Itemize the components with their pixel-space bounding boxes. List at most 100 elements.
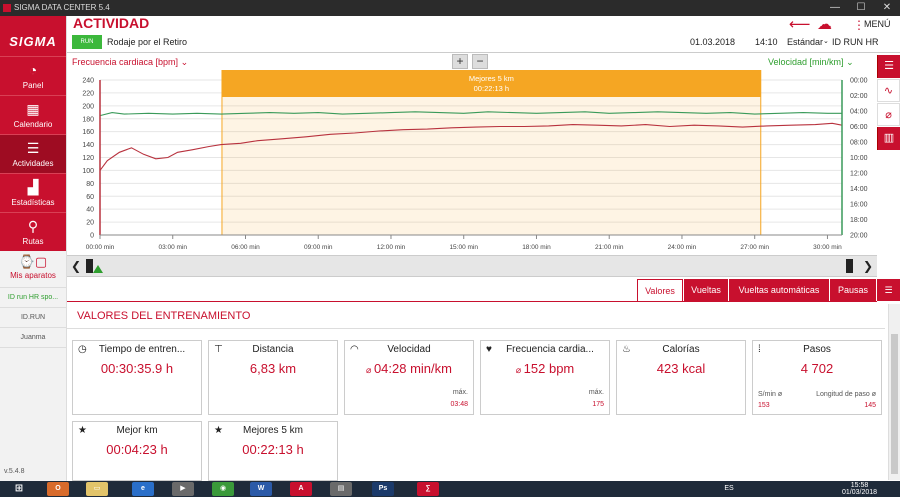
list-view-icon[interactable]: ☰ xyxy=(877,279,900,301)
x-tick-label: 03:00 min xyxy=(158,244,187,251)
y-left-tick-label: 180 xyxy=(82,116,94,123)
activity-chart[interactable]: Mejores 5 km00:22:13 h 24022020018016014… xyxy=(67,70,877,255)
y-right-tick-label: 18:00 xyxy=(850,217,868,224)
vertical-scrollbar[interactable] xyxy=(888,304,900,480)
timeline-scrubber[interactable]: ❮ ❯ xyxy=(67,255,877,277)
sigma-taskbar-icon[interactable]: ∑ xyxy=(417,482,439,496)
card-value: 00:22:13 h xyxy=(242,442,304,457)
section-title: VALORES DEL ENTRENAMIENTO xyxy=(77,310,251,322)
card-value: 00:30:35.9 h xyxy=(100,361,174,376)
y-right-tick-label: 00:00 xyxy=(850,78,868,85)
average-icon: ⌀ xyxy=(366,365,374,375)
chrome-icon[interactable]: ◉ xyxy=(212,482,234,496)
line-chart-icon[interactable]: ∿ xyxy=(877,79,900,102)
stat-card-steps: ⁞ Pasos 4 702 S/min ø 153 Longitud de pa… xyxy=(752,340,882,415)
zoom-in-button[interactable]: + xyxy=(452,54,468,69)
y-right-tick-label: 20:00 xyxy=(850,233,868,240)
x-tick-label: 21:00 min xyxy=(595,244,624,251)
sidebar-item-mis-aparatos[interactable]: ⌚▢ Mis aparatos xyxy=(0,251,66,288)
y-right-tick-label: 16:00 xyxy=(850,202,868,209)
chevron-down-icon[interactable]: ⌄ xyxy=(823,37,829,45)
minimize-button[interactable]: — xyxy=(822,0,848,16)
chevron-right-icon[interactable]: ❯ xyxy=(863,259,873,273)
input-language[interactable]: ES xyxy=(718,482,740,496)
y-left-tick-label: 220 xyxy=(82,90,94,97)
tab-vueltas-automaticas[interactable]: Vueltas automáticas xyxy=(729,279,829,301)
x-tick-label: 06:00 min xyxy=(231,244,260,251)
maximize-button[interactable]: ☐ xyxy=(848,0,874,16)
sidebar-item-rutas[interactable]: ⚲ Rutas xyxy=(0,212,66,251)
x-tick-label: 18:00 min xyxy=(522,244,551,251)
max-label: máx. xyxy=(588,389,604,396)
outlook-icon[interactable]: O xyxy=(47,482,69,496)
chevron-left-icon[interactable]: ❮ xyxy=(71,259,81,273)
max-value: 175 xyxy=(592,401,604,408)
sidebar-item-label: Rutas xyxy=(22,237,44,246)
stride-value: 145 xyxy=(864,402,876,409)
y-right-tick-label: 06:00 xyxy=(850,124,868,131)
cloud-upload-icon[interactable]: ☁ xyxy=(817,15,832,33)
photoshop-icon[interactable]: Ps xyxy=(372,482,394,496)
card-label: Calorías xyxy=(662,344,700,355)
sidebar-item-estadisticas[interactable]: ▟ Estadísticas xyxy=(0,173,66,212)
stat-card-training-time: ◷ Tiempo de entren... 00:30:35.9 h xyxy=(72,340,202,415)
device-row[interactable]: ID.RUN xyxy=(0,308,66,328)
stat-card-speed: ◠ Velocidad ⌀ 04:28 min/km máx. 03:48 xyxy=(344,340,474,415)
view-selector[interactable]: Estándar xyxy=(787,37,823,47)
back-arrow-icon[interactable]: ⟵ xyxy=(789,15,811,33)
device-row[interactable]: ID run HR spo... xyxy=(0,288,66,308)
tab-pausas[interactable]: Pausas xyxy=(830,279,876,301)
card-label: Distancia xyxy=(252,344,294,355)
average-icon[interactable]: ⌀ xyxy=(877,103,900,126)
window-title: SIGMA DATA CENTER 5.4 xyxy=(14,3,110,12)
tab-valores[interactable]: Valores xyxy=(637,279,683,301)
y-left-tick-label: 120 xyxy=(82,155,94,162)
clock-time: 15:58 xyxy=(850,482,869,489)
running-icon: RUN xyxy=(72,35,102,49)
card-label: Mejor km xyxy=(116,425,158,436)
windows-start-icon[interactable]: ⊞ xyxy=(8,482,30,496)
max-label: máx. xyxy=(452,389,468,396)
menu-button[interactable]: MENÚ xyxy=(864,19,891,29)
close-button[interactable]: ✕ xyxy=(874,0,900,16)
timeline-end-handle[interactable] xyxy=(846,259,853,273)
device-row[interactable]: Juanma xyxy=(0,328,66,348)
card-value: ⌀ 04:28 min/km xyxy=(345,361,473,376)
activity-name[interactable]: Rodaje por el Retiro xyxy=(107,37,187,47)
section-divider xyxy=(67,328,885,329)
x-tick-label: 27:00 min xyxy=(740,244,769,251)
tab-vueltas[interactable]: Vueltas xyxy=(684,279,728,301)
sidebar-item-actividades[interactable]: ☰ Actividades xyxy=(0,134,66,173)
media-player-icon[interactable]: ▶ xyxy=(172,482,194,496)
list-view-icon[interactable]: ☰ xyxy=(877,55,900,78)
y-left-tick-label: 60 xyxy=(86,194,94,201)
acrobat-icon[interactable]: A xyxy=(290,482,312,496)
stats-chart-icon[interactable]: ▥ xyxy=(877,127,900,150)
x-tick-label: 12:00 min xyxy=(377,244,406,251)
y-left-tick-label: 200 xyxy=(82,103,94,110)
sidebar-item-calendario[interactable]: ▦ Calendario xyxy=(0,95,66,134)
speed-axis-selector[interactable]: Velocidad [min/km] ⌄ xyxy=(768,57,854,68)
x-tick-label: 24:00 min xyxy=(668,244,697,251)
file-explorer-icon[interactable]: ▭ xyxy=(86,482,108,496)
internet-explorer-icon[interactable]: e xyxy=(132,482,154,496)
sidebar-item-label: Panel xyxy=(22,81,44,90)
timeline-position-marker[interactable] xyxy=(93,265,103,273)
card-label: Pasos xyxy=(803,344,831,355)
stride-label: Longitud de paso ø xyxy=(816,391,876,398)
chevron-down-icon: ⌄ xyxy=(180,57,189,67)
hr-axis-selector[interactable]: Frecuencia cardiaca [bpm] ⌄ xyxy=(72,57,188,68)
cadence-value: 153 xyxy=(758,402,770,409)
chevron-down-icon: ⌄ xyxy=(846,57,854,67)
highlight-time: 00:22:13 h xyxy=(474,84,509,93)
sidebar-item-panel[interactable]: ◔ Panel xyxy=(0,56,66,95)
system-clock[interactable]: 15:58 01/03/2018 xyxy=(842,482,877,496)
clock-date: 01/03/2018 xyxy=(842,489,878,496)
word-icon[interactable]: W xyxy=(250,482,272,496)
zoom-out-button[interactable]: − xyxy=(472,54,488,69)
window-titlebar: SIGMA DATA CENTER 5.4 xyxy=(0,0,900,16)
scrollbar-thumb[interactable] xyxy=(891,334,898,474)
timeline-start-handle[interactable] xyxy=(86,259,93,273)
sidebar-item-label: Actividades xyxy=(12,159,54,168)
app-icon[interactable]: ▤ xyxy=(330,482,352,496)
